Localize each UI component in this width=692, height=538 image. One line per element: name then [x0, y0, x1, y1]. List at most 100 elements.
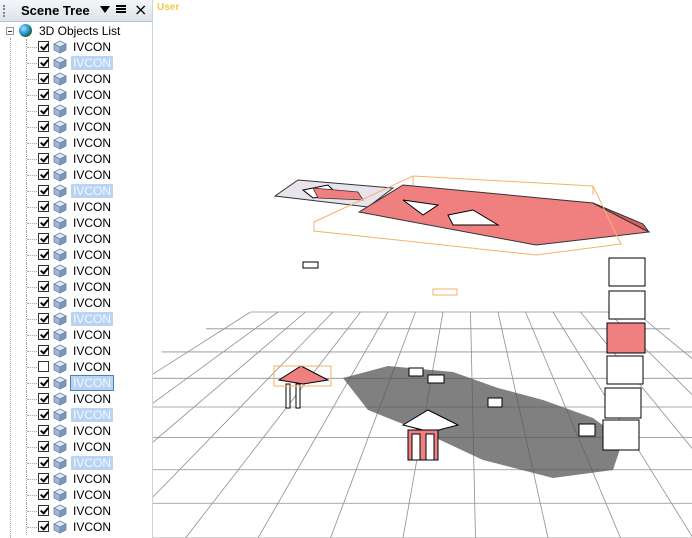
tree-item[interactable]: IVCON: [0, 519, 152, 535]
tree-item-label[interactable]: IVCON: [71, 392, 113, 406]
tree-item[interactable]: IVCON: [0, 407, 152, 423]
tree-item-label[interactable]: IVCON: [71, 424, 113, 438]
tree-item-label[interactable]: IVCON: [71, 248, 113, 262]
tree-item-label[interactable]: IVCON: [71, 360, 113, 374]
tree-item[interactable]: IVCON: [0, 279, 152, 295]
visibility-checkbox[interactable]: [38, 393, 49, 404]
visibility-checkbox[interactable]: [38, 41, 49, 52]
tree-item[interactable]: IVCON: [0, 375, 152, 391]
visibility-checkbox[interactable]: [38, 457, 49, 468]
visibility-checkbox[interactable]: [38, 217, 49, 228]
3d-viewport[interactable]: User: [153, 0, 692, 538]
tree-item-label[interactable]: IVCON: [71, 184, 114, 198]
tree-item[interactable]: IVCON: [0, 263, 152, 279]
tree-item[interactable]: IVCON: [0, 391, 152, 407]
visibility-checkbox[interactable]: [38, 345, 49, 356]
tree-item[interactable]: IVCON: [0, 87, 152, 103]
tree-item[interactable]: IVCON: [0, 455, 152, 471]
visibility-checkbox[interactable]: [38, 169, 49, 180]
visibility-checkbox[interactable]: [38, 265, 49, 276]
tree-item[interactable]: IVCON: [0, 295, 152, 311]
visibility-checkbox[interactable]: [38, 89, 49, 100]
collapse-icon[interactable]: [6, 27, 14, 35]
tree-item-label[interactable]: IVCON: [71, 520, 113, 534]
scene-canvas[interactable]: [153, 0, 692, 538]
tree-item-label[interactable]: IVCON: [71, 440, 113, 454]
tree-root-node[interactable]: 3D Objects List: [0, 23, 152, 39]
small-part-a[interactable]: [302, 261, 319, 269]
tree-item-label[interactable]: IVCON: [71, 40, 113, 54]
tree-item[interactable]: IVCON: [0, 135, 152, 151]
visibility-checkbox[interactable]: [38, 73, 49, 84]
visibility-checkbox[interactable]: [38, 137, 49, 148]
visibility-checkbox[interactable]: [38, 121, 49, 132]
tree-item[interactable]: IVCON: [0, 215, 152, 231]
tree-item[interactable]: IVCON: [0, 119, 152, 135]
tree-item-label[interactable]: IVCON: [71, 328, 113, 342]
tree-item-label[interactable]: IVCON: [71, 344, 113, 358]
close-icon[interactable]: ×: [134, 2, 147, 18]
tree-item[interactable]: IVCON: [0, 199, 152, 215]
tree-item-label[interactable]: IVCON: [71, 152, 113, 166]
tree-item-label[interactable]: IVCON: [71, 264, 113, 278]
visibility-checkbox[interactable]: [38, 329, 49, 340]
visibility-checkbox[interactable]: [38, 249, 49, 260]
tree-item-label[interactable]: IVCON: [71, 488, 113, 502]
tree-item-label[interactable]: IVCON: [71, 504, 113, 518]
tree-item-label[interactable]: IVCON: [71, 88, 113, 102]
tree-item-label[interactable]: IVCON: [71, 232, 113, 246]
tree-item[interactable]: IVCON: [0, 55, 152, 71]
visibility-checkbox[interactable]: [38, 105, 49, 116]
tree-item[interactable]: IVCON: [0, 359, 152, 375]
visibility-checkbox[interactable]: [38, 233, 49, 244]
tree-item[interactable]: IVCON: [0, 39, 152, 55]
visibility-checkbox[interactable]: [38, 473, 49, 484]
tree-item-label[interactable]: IVCON: [71, 120, 113, 134]
visibility-checkbox[interactable]: [38, 201, 49, 212]
tree-item-label[interactable]: IVCON: [71, 408, 114, 422]
visibility-checkbox[interactable]: [38, 153, 49, 164]
tree-item-label[interactable]: IVCON: [71, 312, 114, 326]
visibility-checkbox[interactable]: [38, 425, 49, 436]
tree-item[interactable]: IVCON: [0, 231, 152, 247]
visibility-checkbox[interactable]: [38, 505, 49, 516]
visibility-checkbox[interactable]: [38, 409, 49, 420]
visibility-checkbox[interactable]: [38, 361, 49, 372]
tree-item[interactable]: IVCON: [0, 167, 152, 183]
tree-item-label[interactable]: IVCON: [71, 104, 113, 118]
tree-item[interactable]: IVCON: [0, 247, 152, 263]
tree-item-label[interactable]: IVCON: [71, 456, 114, 470]
visibility-checkbox[interactable]: [38, 489, 49, 500]
tree-item-label[interactable]: IVCON: [71, 472, 113, 486]
small-part-b[interactable]: [432, 288, 458, 296]
pin-dropdown-icon[interactable]: [100, 6, 110, 13]
tree-item[interactable]: IVCON: [0, 503, 152, 519]
tree-item[interactable]: IVCON: [0, 423, 152, 439]
tree-item-label[interactable]: IVCON: [71, 136, 113, 150]
tree-item[interactable]: IVCON: [0, 71, 152, 87]
tree-item[interactable]: IVCON: [0, 327, 152, 343]
visibility-checkbox[interactable]: [38, 281, 49, 292]
tree-item-label[interactable]: IVCON: [71, 216, 113, 230]
tree-item[interactable]: IVCON: [0, 151, 152, 167]
tree-item-label[interactable]: IVCON: [71, 56, 114, 70]
drag-grip-icon[interactable]: [3, 5, 7, 17]
tree-item-label[interactable]: IVCON: [71, 168, 113, 182]
tree-item[interactable]: IVCON: [0, 183, 152, 199]
tree-item[interactable]: IVCON: [0, 311, 152, 327]
tree-item[interactable]: IVCON: [0, 439, 152, 455]
visibility-checkbox[interactable]: [38, 57, 49, 68]
tree-item[interactable]: IVCON: [0, 343, 152, 359]
tree-item[interactable]: IVCON: [0, 487, 152, 503]
tree-item[interactable]: IVCON: [0, 471, 152, 487]
menu-icon[interactable]: [116, 5, 126, 16]
tree-item-label[interactable]: IVCON: [71, 296, 113, 310]
tree-item-label[interactable]: IVCON: [71, 280, 113, 294]
visibility-checkbox[interactable]: [38, 441, 49, 452]
visibility-checkbox[interactable]: [38, 185, 49, 196]
tree-item-label[interactable]: IVCON: [69, 375, 115, 391]
visibility-checkbox[interactable]: [38, 313, 49, 324]
visibility-checkbox[interactable]: [38, 521, 49, 532]
visibility-checkbox[interactable]: [38, 297, 49, 308]
tree-item-label[interactable]: IVCON: [71, 200, 113, 214]
